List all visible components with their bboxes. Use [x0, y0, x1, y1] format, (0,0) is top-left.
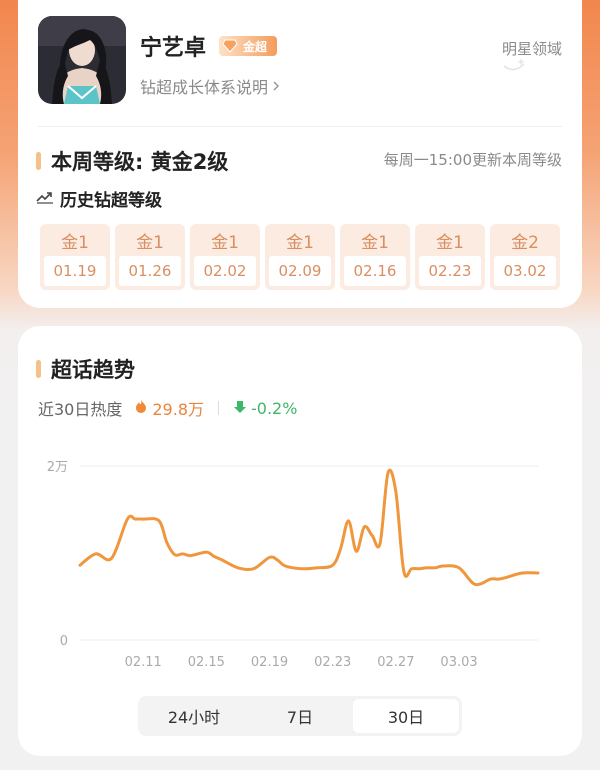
- trend-up-icon: [36, 189, 54, 209]
- week-level: 金1: [61, 232, 89, 253]
- tab-24h[interactable]: 24小时: [141, 699, 247, 733]
- week-date: 02.16: [344, 256, 406, 286]
- arrow-down-icon: [233, 399, 247, 418]
- change-group: -0.2%: [233, 399, 297, 418]
- star-name: 宁艺卓: [140, 36, 207, 61]
- week-date: 01.26: [119, 256, 181, 286]
- chevron-right-icon: [272, 77, 280, 96]
- week-level: 金1: [211, 232, 239, 253]
- week-date: 02.23: [419, 256, 481, 286]
- week-level-card: 金1 02.16: [340, 224, 410, 290]
- gold-super-badge: 金超: [219, 36, 277, 56]
- history-title-text: 历史钻超等级: [60, 191, 162, 211]
- week-level: 金1: [436, 232, 464, 253]
- y-tick-label: 2万: [47, 460, 68, 475]
- tab-30d[interactable]: 30日: [353, 699, 459, 733]
- history-level-list: 金1 01.19 金1 01.26 金1 02.02 金1 02.09 金1 0…: [40, 224, 560, 290]
- update-note: 每周一15:00更新本周等级: [383, 151, 562, 169]
- series-line: [78, 468, 540, 587]
- period-tabs: 24小时 7日 30日: [138, 696, 462, 736]
- week-level-card: 金1 01.19: [40, 224, 110, 290]
- growth-link-label: 钻超成长体系说明: [140, 78, 269, 97]
- trend-title-text: 超话趋势: [51, 358, 135, 382]
- x-tick-label: 02.19: [251, 655, 288, 670]
- star-level-card: 宁艺卓 金超 钻超成长体系说明 明星领域 本周等级: 黄金2级 每周一15:00…: [18, 0, 582, 308]
- x-tick-label: 02.23: [314, 655, 351, 670]
- week-level: 金1: [136, 232, 164, 253]
- x-tick-label: 03.03: [440, 655, 477, 670]
- history-level-heading: 历史钻超等级: [36, 186, 162, 211]
- avatar[interactable]: [38, 16, 126, 104]
- heat-value: 29.8万: [152, 400, 205, 419]
- week-level: 金1: [286, 232, 314, 253]
- flame-icon: [134, 398, 148, 418]
- heat-stats: 近30日热度 29.8万 -0.2%: [38, 396, 297, 420]
- tab-7d[interactable]: 7日: [247, 699, 353, 733]
- week-level-card: 金1 02.09: [265, 224, 335, 290]
- accent-bar: [36, 152, 41, 170]
- x-tick-label: 02.11: [125, 655, 162, 670]
- week-level-card: 金1 01.26: [115, 224, 185, 290]
- weekly-level-heading: 本周等级: 黄金2级: [36, 146, 228, 176]
- change-value: -0.2%: [251, 398, 298, 418]
- heat-label: 近30日热度: [38, 400, 123, 419]
- y-tick-label: 0: [60, 634, 68, 649]
- week-date: 03.02: [494, 256, 556, 286]
- weekly-level-text: 本周等级: 黄金2级: [51, 150, 229, 174]
- x-tick-label: 02.27: [377, 655, 414, 670]
- divider: [218, 401, 220, 415]
- week-level: 金1: [361, 232, 389, 253]
- week-level-card: 金1 02.23: [415, 224, 485, 290]
- diamond-icon: [219, 36, 241, 56]
- week-date: 02.09: [269, 256, 331, 286]
- x-tick-label: 02.15: [188, 655, 225, 670]
- week-date: 01.19: [44, 256, 106, 286]
- week-level: 金2: [511, 232, 539, 253]
- week-level-card: 金2 03.02: [490, 224, 560, 290]
- sparkle-icon: [502, 56, 526, 76]
- badge-label: 金超: [243, 39, 268, 54]
- trend-card: 超话趋势 近30日热度 29.8万 -0.2% 2万 0 02.11 02.15 02.…: [18, 326, 582, 756]
- week-level-card: 金1 02.02: [190, 224, 260, 290]
- trend-heading: 超话趋势: [36, 354, 135, 384]
- divider: [38, 126, 562, 127]
- growth-system-link[interactable]: 钻超成长体系说明: [140, 74, 280, 98]
- accent-bar: [36, 360, 41, 378]
- heat-value-group: 29.8万: [134, 396, 204, 420]
- trend-line-chart: 2万 0 02.11 02.15 02.19 02.23 02.27 03.03: [47, 460, 540, 670]
- week-date: 02.02: [194, 256, 256, 286]
